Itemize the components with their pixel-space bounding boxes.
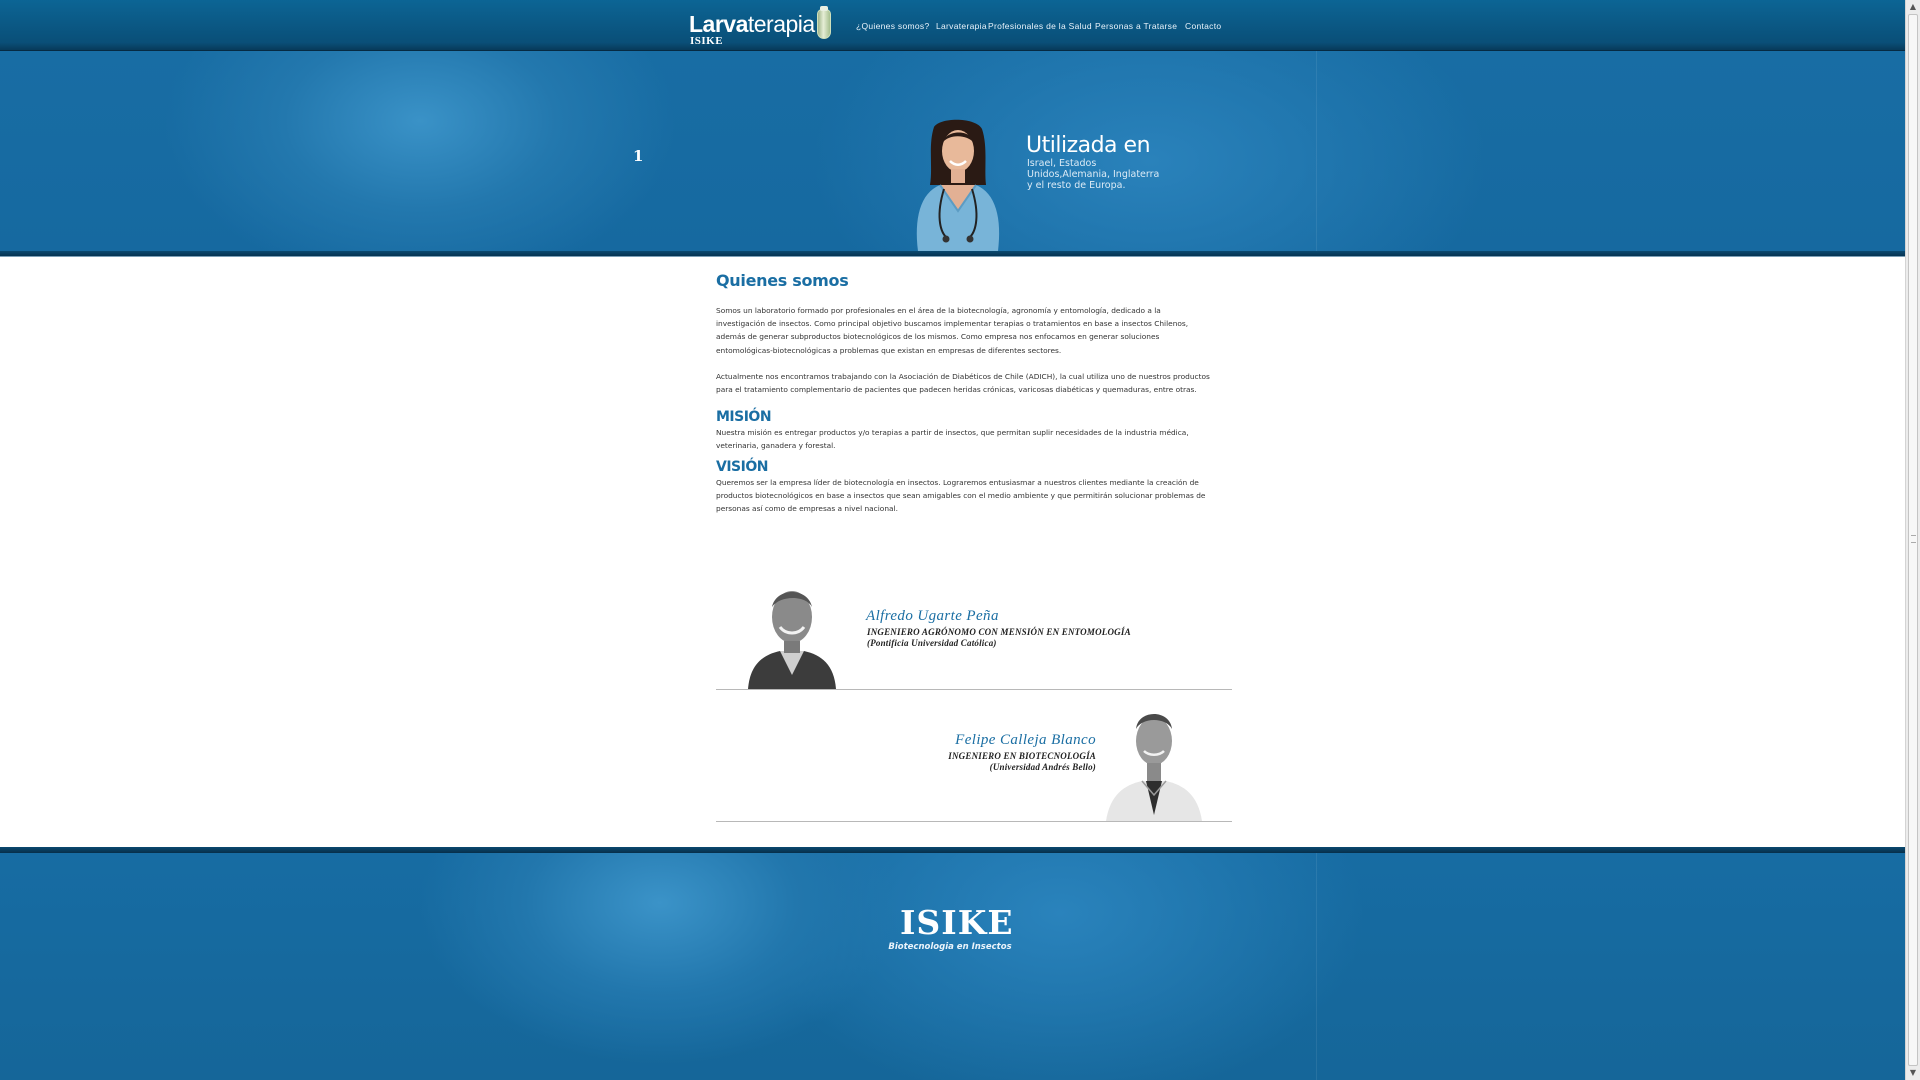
vision-heading: VISIÓN [716, 458, 768, 475]
vertical-scrollbar[interactable]: ▲ ▼ [1905, 0, 1920, 1080]
hero-text: Israel, Estados Unidos,Alemania, Inglate… [1027, 158, 1160, 191]
team-member-role: INGENIERO EN BIOTECNOLOGÍA [948, 751, 1096, 761]
scroll-up-arrow-icon[interactable]: ▲ [1906, 0, 1920, 14]
scroll-down-arrow-icon[interactable]: ▼ [1906, 1066, 1920, 1080]
browser-viewport: Larvaterapia ISIKE ¿Quienes somos? Larva… [0, 0, 1905, 1080]
team-member-card: Felipe Calleja Blanco INGENIERO EN BIOTE… [716, 692, 1232, 822]
felipe-portrait [1106, 714, 1202, 821]
nav-profesionales-salud[interactable]: Profesionales de la Salud [988, 21, 1092, 31]
team-member-org: (Pontificia Universidad Católica) [867, 638, 997, 648]
nurse-photo [916, 119, 1000, 251]
top-navigation-bar: Larvaterapia ISIKE ¿Quienes somos? Larva… [0, 0, 1905, 51]
footer-logo[interactable]: ISIKE [900, 903, 1013, 942]
logo-text: Larvaterapia [689, 11, 815, 37]
footer: ISIKE Biotecnologia en Insectos [0, 853, 1905, 1080]
team-member-org: (Universidad Andrés Bello) [989, 762, 1096, 772]
hero-bottom-border [0, 251, 1905, 257]
scroll-grip-icon [1911, 535, 1916, 543]
team-member-name: Alfredo Ugarte Peña [866, 608, 999, 624]
hero-title: Utilizada en [1026, 133, 1151, 158]
main-content: Quienes somos Somos un laboratorio forma… [716, 271, 1236, 521]
team-member-role: INGENIERO AGRÓNOMO CON MENSIÓN EN ENTOMO… [867, 627, 1131, 637]
adich-paragraph: Actualmente nos encontramos trabajando c… [716, 371, 1210, 395]
logo-subtitle: ISIKE [690, 35, 724, 47]
footer-tagline: Biotecnologia en Insectos [888, 942, 1012, 952]
slide-number[interactable]: 1 [633, 147, 643, 165]
footer-divider [1316, 853, 1317, 1080]
larva-jar-icon [817, 6, 831, 39]
intro-paragraph: Somos un laboratorio formado por profesi… [716, 306, 1189, 355]
nav-personas-tratarse[interactable]: Personas a Tratarse [1095, 21, 1177, 31]
nav-quienes-somos[interactable]: ¿Quienes somos? [856, 21, 929, 31]
nav-larvaterapia[interactable]: Larvaterapia [936, 21, 987, 31]
nav-contacto[interactable]: Contacto [1185, 21, 1221, 31]
scrollbar-thumb[interactable] [1908, 14, 1918, 1066]
mision-text: Nuestra misión es entregar productos y/o… [716, 428, 1189, 451]
hero-divider [1316, 51, 1317, 251]
team-member-card: Alfredo Ugarte Peña INGENIERO AGRÓNOMO C… [716, 576, 1232, 690]
page-title: Quienes somos [716, 271, 849, 290]
mision-heading: MISIÓN [716, 409, 772, 426]
team-member-name: Felipe Calleja Blanco [955, 732, 1096, 748]
alfredo-portrait [748, 591, 836, 689]
vision-text: Queremos ser la empresa líder de biotecn… [716, 477, 1206, 514]
hero-banner: 1 Utilizada en Israel, Estados Unidos,Al… [0, 51, 1905, 251]
site-logo[interactable]: Larvaterapia ISIKE [689, 6, 839, 49]
